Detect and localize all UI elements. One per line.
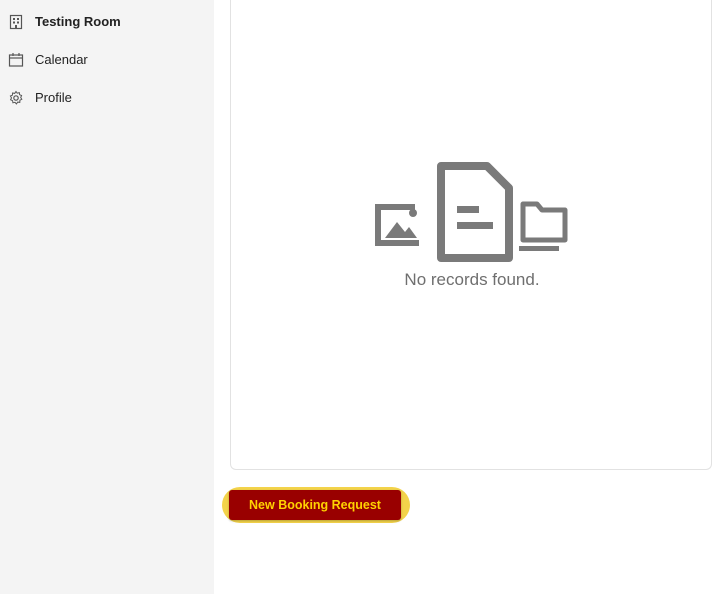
building-icon <box>9 14 23 30</box>
empty-state-illustration <box>375 162 568 262</box>
new-booking-focus-ring: New Booking Request <box>222 487 410 523</box>
sidebar-item-label: Profile <box>35 90 72 105</box>
image-icon <box>375 204 419 246</box>
empty-state-message: No records found. <box>404 270 540 289</box>
sidebar-item-label: Testing Room <box>35 14 121 29</box>
app-root: Testing Room Calendar Profile No records… <box>0 0 725 594</box>
new-booking-request-button[interactable]: New Booking Request <box>229 490 401 520</box>
gear-icon <box>9 90 23 105</box>
calendar-icon <box>8 53 24 67</box>
document-icon <box>437 162 513 262</box>
folder-icon <box>519 201 568 251</box>
records-panel: No records found. <box>230 0 712 470</box>
sidebar-item-label: Calendar <box>35 52 88 67</box>
sidebar: Testing Room Calendar Profile <box>0 0 214 594</box>
